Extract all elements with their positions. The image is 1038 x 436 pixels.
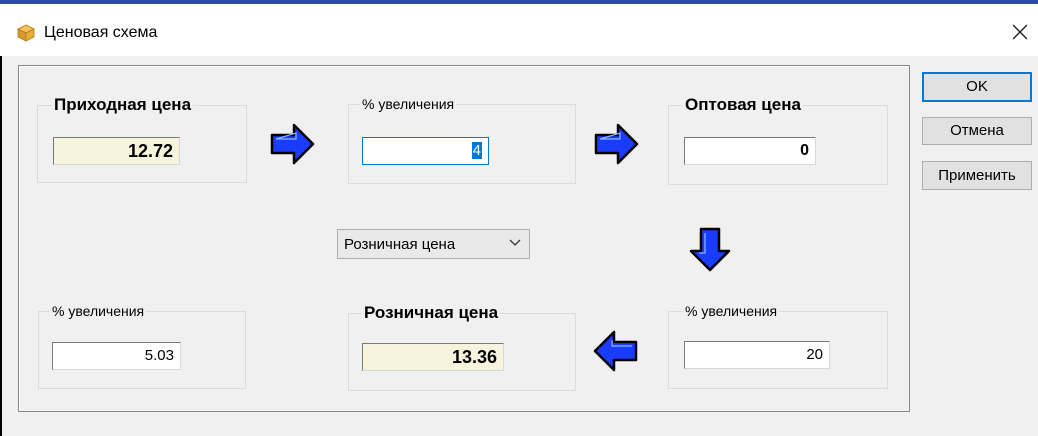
window-title: Ценовая схема: [44, 24, 158, 41]
arrow-down-icon: [689, 227, 731, 272]
price-type-select-value: Розничная цена: [344, 236, 456, 253]
purchase-price-field[interactable]: 12.72: [53, 137, 180, 165]
wholesale-price-input[interactable]: 0: [684, 137, 816, 165]
chevron-down-icon: [509, 239, 521, 246]
markup-top-input[interactable]: 4: [362, 137, 489, 165]
markup-left-label: % увеличения: [50, 303, 147, 319]
window-left-border: [0, 56, 2, 436]
retail-price-label: Розничная цена: [362, 303, 501, 323]
purchase-price-label: Приходная цена: [52, 95, 194, 115]
arrow-right-icon: [594, 123, 639, 165]
title-bar[interactable]: Ценовая схема: [0, 4, 1038, 56]
close-icon: [1012, 24, 1028, 40]
close-button[interactable]: [1006, 18, 1034, 46]
markup-right-input[interactable]: 20: [684, 341, 830, 369]
markup-top-value: 4: [471, 142, 482, 159]
wholesale-price-label: Оптовая цена: [683, 95, 803, 115]
apply-button[interactable]: Применить: [922, 161, 1032, 190]
markup-right-label: % увеличения: [683, 303, 780, 319]
cancel-button[interactable]: Отмена: [922, 117, 1032, 145]
arrow-right-icon: [270, 123, 315, 165]
retail-price-field[interactable]: 13.36: [362, 343, 504, 371]
ok-button[interactable]: OK: [922, 72, 1032, 102]
package-icon: [17, 24, 35, 42]
price-type-select[interactable]: Розничная цена: [337, 229, 530, 259]
arrow-left-icon: [593, 330, 638, 372]
markup-top-label: % увеличения: [360, 96, 457, 112]
markup-left-input[interactable]: 5.03: [52, 342, 181, 370]
